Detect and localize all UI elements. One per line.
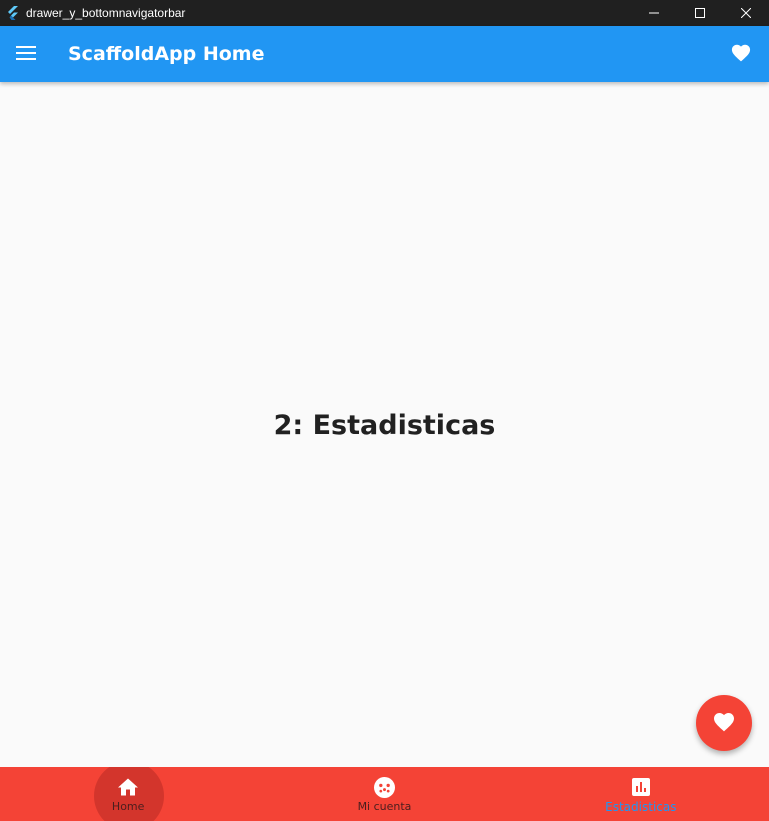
- nav-item-label: Home: [111, 800, 145, 813]
- nav-item-estadisticas[interactable]: Estadisticas: [513, 767, 769, 821]
- nav-item-home[interactable]: Home: [0, 767, 256, 821]
- app-bar: ScaffoldApp Home: [0, 26, 769, 82]
- bar-chart-icon: [630, 776, 652, 798]
- minimize-button[interactable]: [631, 0, 677, 26]
- favorite-icon: [730, 42, 752, 66]
- favorite-action-button[interactable]: [719, 26, 763, 82]
- nav-item-mi-cuenta[interactable]: Mi cuenta: [256, 767, 512, 821]
- face-icon: [373, 776, 395, 798]
- page-body: 2: Estadisticas: [0, 82, 769, 767]
- window-titlebar: drawer_y_bottomnavigatorbar: [0, 0, 769, 26]
- nav-item-label: Estadisticas: [605, 800, 677, 814]
- window-title: drawer_y_bottomnavigatorbar: [26, 6, 186, 20]
- menu-button[interactable]: [0, 26, 52, 82]
- maximize-button[interactable]: [677, 0, 723, 26]
- page-content-text: 2: Estadisticas: [273, 410, 496, 441]
- nav-item-label: Mi cuenta: [357, 800, 412, 813]
- home-icon: [117, 776, 139, 798]
- menu-icon: [16, 45, 36, 64]
- bottom-navigation-bar: Home Mi cuenta Estadisticas: [0, 767, 769, 821]
- favorite-icon: [712, 710, 736, 736]
- app-bar-title: ScaffoldApp Home: [68, 43, 265, 65]
- flutter-logo-icon: [0, 0, 26, 26]
- floating-action-button[interactable]: [696, 695, 752, 751]
- close-button[interactable]: [723, 0, 769, 26]
